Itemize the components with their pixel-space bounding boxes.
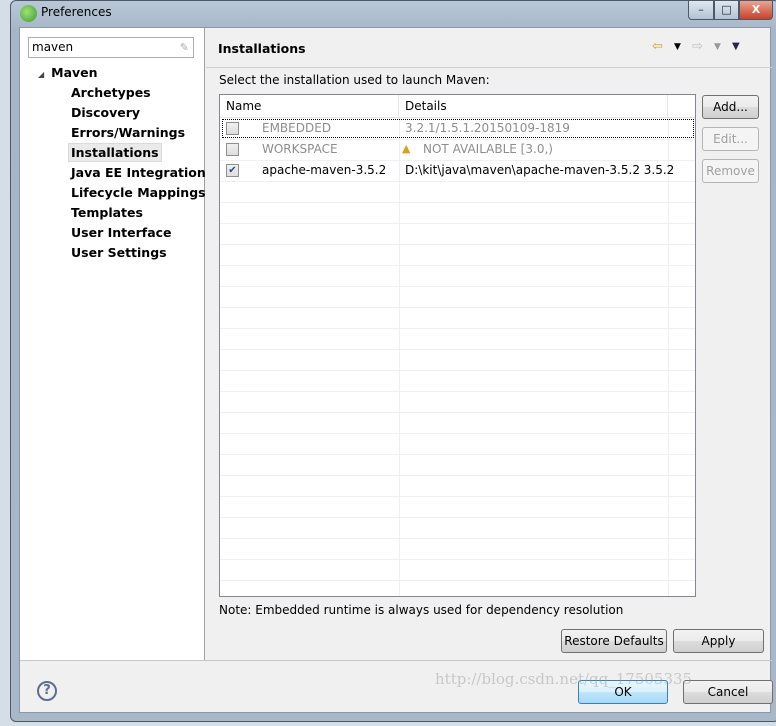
row-details: D:\kit\java\maven\apache-maven-3.5.2 3.5… [405,163,675,177]
tree-item-discovery[interactable]: Discovery [69,104,142,121]
row-name: apache-maven-3.5.2 [262,163,387,177]
row-gridline [220,475,695,476]
preferences-window: Preferences – □ X maven ✎ ◢ Maven Archety… [10,0,776,722]
help-icon[interactable]: ? [37,681,57,701]
watermark: http://blog.csdn.net/qq_17505335 [435,670,693,688]
add-button[interactable]: Add... [702,95,759,119]
tree-item-user-interface[interactable]: User Interface [69,224,174,241]
tree-item-errors-warnings[interactable]: Errors/Warnings [69,124,187,141]
page-header: Installations ⇦ ▼ ⇨ ▼ ▼ [206,28,772,68]
description: Select the installation used to launch M… [219,73,490,87]
warning-icon: ▲ [402,142,411,155]
cancel-button[interactable]: Cancel [683,680,773,704]
row-gridline [220,496,695,497]
column-header-filler [668,95,695,118]
row-gridline [220,307,695,308]
row-gridline [220,454,695,455]
dialog-client: maven ✎ ◢ Maven Archetypes Discovery Erro… [19,27,773,713]
row-checkbox[interactable] [226,143,239,156]
tree-item-user-settings[interactable]: User Settings [69,244,169,261]
forward-menu-icon[interactable]: ▼ [714,42,721,52]
tree-item-templates[interactable]: Templates [69,204,145,221]
table-row-apache-maven[interactable]: ✔ apache-maven-3.5.2 D:\kit\java\maven\a… [220,160,695,181]
row-name: WORKSPACE [262,142,338,156]
table-row-workspace[interactable]: WORKSPACE ▲ NOT AVAILABLE [3.0,) [220,139,695,160]
table-row-embedded[interactable]: EMBEDDED 3.2.1/1.5.1.20150109-1819 [220,118,695,139]
row-gridline [220,559,695,560]
row-gridline [220,328,695,329]
tree-item-installations[interactable]: Installations [68,143,162,162]
row-gridline [220,286,695,287]
column-header-details[interactable]: Details [399,95,668,118]
tree-item-archetypes[interactable]: Archetypes [69,84,153,101]
row-gridline [220,223,695,224]
tree-label: Maven [51,65,98,80]
remove-button[interactable]: Remove [702,159,759,183]
tree-item-maven[interactable]: ◢ Maven [36,64,100,81]
forward-icon[interactable]: ⇨ [692,39,703,54]
spring-app-icon [20,5,37,22]
maximize-button[interactable]: □ [714,1,739,20]
row-gridline [220,538,695,539]
row-checkbox-checked[interactable]: ✔ [226,164,239,177]
preference-page: Installations ⇦ ▼ ⇨ ▼ ▼ Select the insta… [206,28,772,660]
tree-item-java-ee-integration[interactable]: Java EE Integration [69,164,208,181]
row-gridline [220,412,695,413]
row-gridline [220,433,695,434]
tree-item-lifecycle-mappings[interactable]: Lifecycle Mappings [69,184,208,201]
note-text: Note: Embedded runtime is always used fo… [219,603,624,617]
window-title: Preferences [41,5,112,19]
expand-arrow-icon[interactable]: ◢ [38,70,44,79]
row-gridline [220,391,695,392]
installations-table[interactable]: Name Details EMBEDDED 3.2.1/1.5.1.201501… [219,94,696,597]
row-gridline [220,370,695,371]
row-gridline [220,181,695,182]
row-details: NOT AVAILABLE [3.0,) [423,142,553,156]
page-title: Installations [218,41,306,56]
column-header-name[interactable]: Name [220,95,399,118]
row-gridline [220,580,695,581]
row-gridline [220,202,695,203]
row-gridline [220,244,695,245]
row-name: EMBEDDED [262,121,332,135]
edit-button[interactable]: Edit... [702,127,759,151]
row-details: 3.2.1/1.5.1.20150109-1819 [405,121,570,135]
restore-defaults-button[interactable]: Restore Defaults [561,629,667,653]
close-button[interactable]: X [739,1,773,20]
back-menu-icon[interactable]: ▼ [674,42,681,52]
preferences-sidebar: maven ✎ ◢ Maven Archetypes Discovery Erro… [20,28,208,660]
back-icon[interactable]: ⇦ [652,39,663,54]
clear-filter-icon[interactable]: ✎ [180,41,189,54]
row-gridline [220,349,695,350]
view-menu-icon[interactable]: ▼ [732,41,740,52]
apply-button[interactable]: Apply [673,629,764,653]
minimize-button[interactable]: – [688,1,714,20]
row-checkbox[interactable] [226,122,239,135]
row-gridline [220,265,695,266]
filter-value: maven [32,40,74,54]
row-gridline [220,517,695,518]
filter-input[interactable]: maven ✎ [28,37,194,58]
